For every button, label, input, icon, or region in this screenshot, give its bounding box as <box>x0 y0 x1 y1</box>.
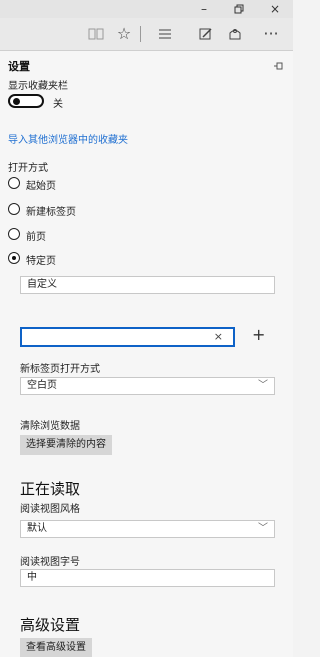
view-advanced-settings-button[interactable]: 查看高级设置 <box>20 638 92 657</box>
toggle-knob <box>13 98 20 105</box>
close-button[interactable]: × <box>262 0 288 18</box>
radio-specific-page[interactable] <box>8 252 20 264</box>
specific-page-select[interactable]: 自定义 <box>20 276 275 294</box>
clear-data-label: 清除浏览数据 <box>20 421 80 432</box>
advanced-heading: 高级设置 <box>20 616 81 634</box>
radio-new-tab[interactable] <box>8 203 20 215</box>
import-favorites-link[interactable]: 导入其他浏览器中的收藏夹 <box>8 131 128 146</box>
settings-panel: 设置 显示收藏夹栏 关 导入其他浏览器中的收藏夹 打开方式 起始页 新建标签页 … <box>0 51 293 657</box>
share-icon[interactable] <box>222 22 248 46</box>
reading-font-label: 阅读视图字号 <box>20 557 80 568</box>
pin-icon[interactable] <box>273 61 283 71</box>
radio-previous-pages-label: 前页 <box>26 232 46 243</box>
panel-title: 设置 <box>8 60 30 73</box>
hub-icon[interactable] <box>152 22 178 46</box>
reading-font-select[interactable]: 中 <box>20 569 275 587</box>
favorites-bar-state: 关 <box>53 99 63 110</box>
clear-url-button[interactable]: × <box>214 329 223 345</box>
url-input[interactable]: × <box>20 327 235 347</box>
new-tab-select[interactable]: 空白页 ﹀ <box>20 377 275 395</box>
browser-toolbar: ☆ ··· <box>0 18 293 51</box>
radio-start-page-label: 起始页 <box>26 181 56 192</box>
reading-heading: 正在读取 <box>20 480 81 498</box>
reading-style-label: 阅读视图风格 <box>20 504 80 515</box>
new-tab-label: 新标签页打开方式 <box>20 364 100 375</box>
reading-style-select[interactable]: 默认 ﹀ <box>20 520 275 538</box>
specific-page-select-value: 自定义 <box>27 279 57 290</box>
chevron-down-icon: ﹀ <box>258 523 268 534</box>
reading-style-value: 默认 <box>27 523 47 534</box>
favorites-bar-toggle[interactable] <box>8 94 44 108</box>
restore-icon <box>234 4 244 14</box>
chevron-down-icon: ﹀ <box>258 380 268 391</box>
star-icon[interactable]: ☆ <box>111 22 137 46</box>
restore-button[interactable] <box>226 0 252 18</box>
reading-font-value: 中 <box>27 572 37 583</box>
more-button[interactable]: ··· <box>258 22 284 46</box>
new-tab-select-value: 空白页 <box>27 380 57 391</box>
title-bar: – × <box>0 0 293 18</box>
radio-previous-pages[interactable] <box>8 228 20 240</box>
add-page-button[interactable]: + <box>252 325 265 344</box>
minimize-button[interactable]: – <box>191 0 217 18</box>
choose-what-to-clear-button[interactable]: 选择要清除的内容 <box>20 435 112 455</box>
favorites-bar-label: 显示收藏夹栏 <box>8 81 68 92</box>
open-with-label: 打开方式 <box>8 163 48 174</box>
radio-new-tab-label: 新建标签页 <box>26 207 76 218</box>
radio-specific-page-label: 特定页 <box>26 256 56 267</box>
book-icon[interactable] <box>83 22 109 46</box>
web-note-icon[interactable] <box>193 22 219 46</box>
toolbar-separator <box>140 26 141 42</box>
radio-start-page[interactable] <box>8 177 20 189</box>
